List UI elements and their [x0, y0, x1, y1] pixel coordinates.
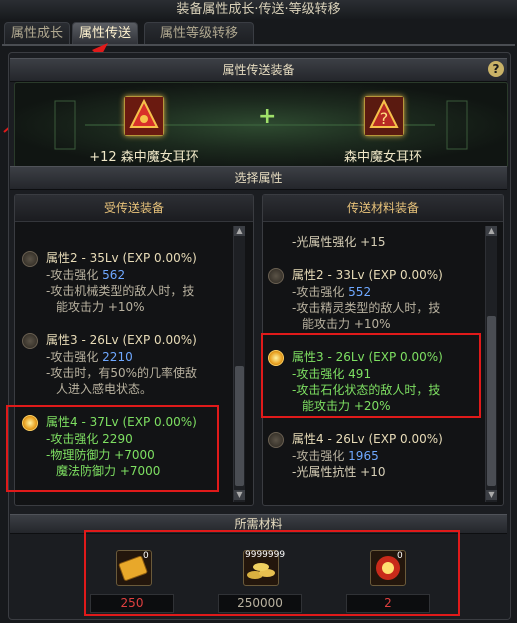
- left-attr4-line1: -攻击强化 2290: [46, 432, 133, 446]
- svg-text:?: ?: [380, 109, 389, 128]
- right-attr3-title[interactable]: 属性3 - 26Lv (EXP 0.00%): [292, 348, 443, 365]
- left-attr4-radio[interactable]: [22, 415, 38, 431]
- right-attr2-line1: -攻击强化 552: [292, 285, 372, 299]
- tab-attribute-level-transfer[interactable]: 属性等级转移: [144, 22, 254, 45]
- left-attr2-title[interactable]: 属性2 - 35Lv (EXP 0.00%): [46, 249, 197, 266]
- material-2-badge: 9999999: [245, 550, 286, 560]
- unknown-earring-icon: ?: [365, 97, 403, 135]
- left-attr3-title[interactable]: 属性3 - 26Lv (EXP 0.00%): [46, 331, 197, 348]
- left-attr3-radio[interactable]: [22, 333, 38, 349]
- left-attr2-line2: -攻击机械类型的敌人时，技: [46, 284, 195, 298]
- material-2-amount: 250000: [218, 594, 302, 613]
- right-attr3-radio[interactable]: [268, 350, 284, 366]
- right-attr4-line2: -光属性抗性 +10: [292, 465, 386, 479]
- transfer-window: 装备属性成长·传送·等级转移 属性成长 属性传送 属性等级转移 属性传送装备 ?…: [0, 0, 517, 623]
- left-attr2-radio[interactable]: [22, 251, 38, 267]
- window-title: 装备属性成长·传送·等级转移: [0, 0, 517, 20]
- left-attr4-line2: -物理防御力 +7000: [46, 448, 155, 462]
- transfer-equipment-header: 属性传送装备: [10, 58, 507, 82]
- source-item-name: +12 森中魔女耳环: [89, 150, 199, 165]
- right-attr4-title[interactable]: 属性4 - 26Lv (EXP 0.00%): [292, 430, 443, 447]
- material-1-amount: 250: [90, 594, 174, 613]
- left-attr4-title[interactable]: 属性4 - 37Lv (EXP 0.00%): [46, 413, 197, 430]
- right-attr2-title[interactable]: 属性2 - 33Lv (EXP 0.00%): [292, 266, 443, 283]
- right-attr2-radio[interactable]: [268, 268, 284, 284]
- left-scrollbar[interactable]: ▲ ▼: [233, 226, 245, 502]
- left-scroll-down-icon[interactable]: ▼: [234, 490, 245, 500]
- right-attr3-line1: -攻击强化 491: [292, 367, 372, 381]
- target-item-name: 森中魔女耳环: [343, 150, 422, 165]
- left-attr3-line3: 人进入感电状态。: [56, 382, 153, 396]
- right-attr2-line2: -攻击精灵类型的敌人时，技: [292, 301, 441, 315]
- right-attr4-radio[interactable]: [268, 432, 284, 448]
- right-scroll-down-icon[interactable]: ▼: [486, 490, 497, 500]
- left-scroll-thumb[interactable]: [235, 366, 244, 486]
- material-1-badge: 0: [143, 551, 149, 561]
- source-item-slot[interactable]: [124, 96, 164, 136]
- right-top-line: -光属性强化 +15: [292, 235, 386, 249]
- material-equipment-header: 传送材料装备: [263, 195, 503, 222]
- right-scrollbar[interactable]: ▲ ▼: [485, 226, 497, 502]
- help-icon[interactable]: ?: [488, 61, 504, 77]
- left-attr4-line3: 魔法防御力 +7000: [56, 464, 161, 478]
- left-attr3-line2: -攻击时，有50%的几率使敌: [46, 366, 198, 380]
- left-attr3-line1: -攻击强化 2210: [46, 350, 133, 364]
- target-item-slot[interactable]: ?: [364, 96, 404, 136]
- right-attr4-line1: -攻击强化 1965: [292, 449, 379, 463]
- select-attribute-header: 选择属性: [10, 166, 507, 190]
- right-scroll-up-icon[interactable]: ▲: [486, 226, 497, 236]
- right-attr3-line2: -攻击石化状态的敌人时，技: [292, 383, 441, 397]
- material-3-badge: 0: [397, 551, 403, 561]
- left-attr2-line3: 能攻击力 +10%: [56, 300, 145, 314]
- right-scroll-thumb[interactable]: [487, 316, 496, 486]
- earring-icon: [125, 97, 163, 135]
- right-attr2-line3: 能攻击力 +10%: [302, 317, 391, 331]
- receiving-equipment-header: 受传送装备: [15, 195, 253, 222]
- left-scroll-up-icon[interactable]: ▲: [234, 226, 245, 236]
- material-3-amount: 2: [346, 594, 430, 613]
- left-attr2-line1: -攻击强化 562: [46, 268, 126, 282]
- plus-sign: +: [258, 104, 277, 129]
- right-attr3-line3: 能攻击力 +20%: [302, 399, 391, 413]
